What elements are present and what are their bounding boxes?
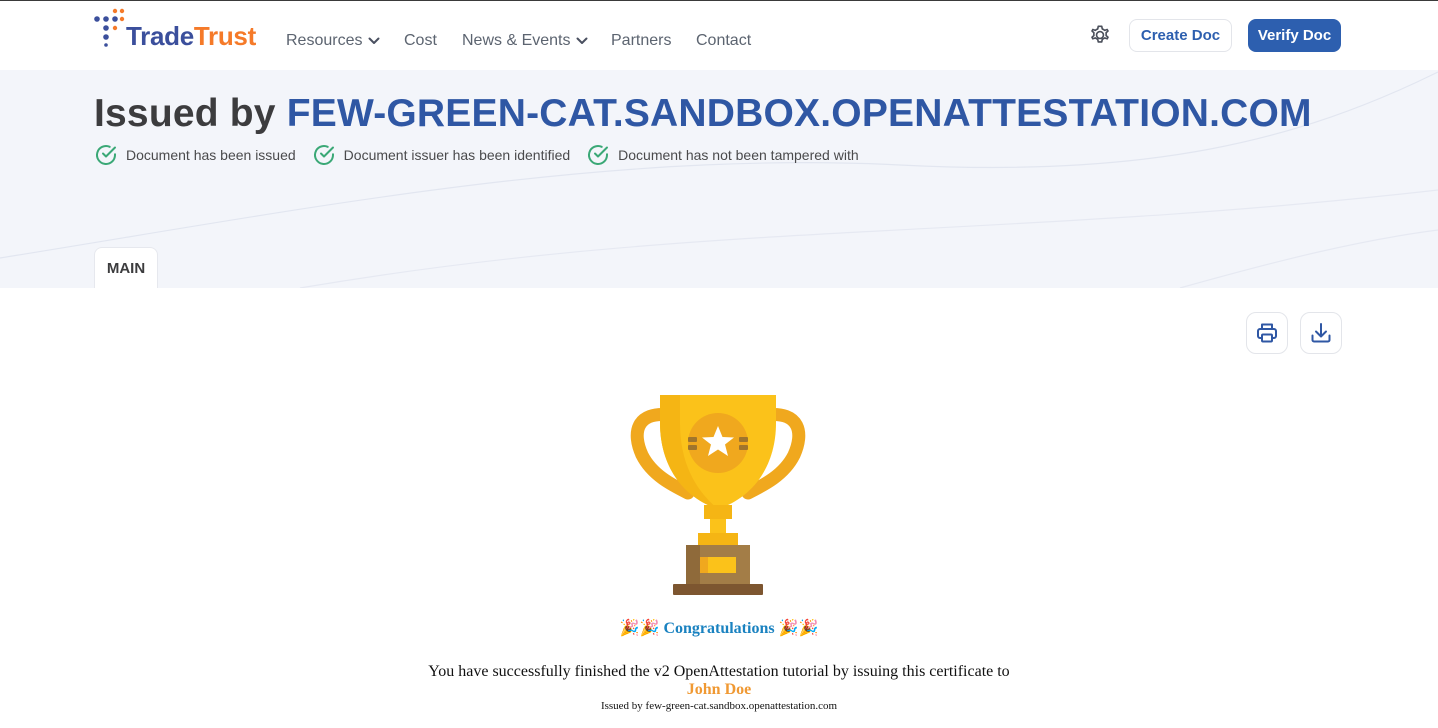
congratulations-heading: 🎉🎉 Congratulations 🎉🎉 [0, 618, 1438, 638]
certificate-message: You have successfully finished the v2 Op… [428, 663, 1010, 680]
nav-item-news-events[interactable]: News & Events [462, 32, 588, 50]
check-circle-icon [96, 145, 116, 165]
party-popper-icon: 🎉🎉 [778, 618, 819, 637]
nav-item-label: Contact [696, 32, 752, 49]
recipient-name: John Doe [686, 681, 752, 698]
print-button[interactable] [1246, 312, 1288, 354]
chevron-down-icon [576, 37, 588, 44]
nav-item-label: Cost [404, 32, 437, 49]
download-button[interactable] [1300, 312, 1342, 354]
nav-item-cost[interactable]: Cost [404, 32, 437, 50]
verify-doc-button[interactable]: Verify Doc [1248, 19, 1341, 52]
check-circle-icon [588, 145, 609, 165]
verification-checks: Document has been issued Document issuer… [94, 143, 875, 167]
nav-item-label: News & Events [462, 32, 571, 49]
congratulations-text: Congratulations [663, 620, 775, 637]
top-navbar: TradeTrust Resources Cost News & Events … [0, 1, 1438, 70]
nav-item-label: Partners [611, 32, 672, 49]
check-label: Document has been issued [126, 147, 296, 163]
gear-icon[interactable] [1087, 22, 1113, 48]
issued-by-prefix: Issued by [94, 92, 276, 135]
logo-dots-icon [94, 8, 125, 47]
nav-item-contact[interactable]: Contact [696, 32, 751, 50]
check-issuer-identified: Document issuer has been identified [312, 143, 570, 167]
download-icon [1311, 323, 1331, 343]
verification-status-banner: Issued by FEW-GREEN-CAT.SANDBOX.OPENATTE… [0, 70, 1438, 288]
issued-by-title: Issued by FEW-GREEN-CAT.SANDBOX.OPENATTE… [94, 92, 1312, 136]
check-circle-icon [313, 145, 334, 165]
nav-item-label: Resources [286, 32, 363, 49]
logo-text: TradeTrust [126, 21, 256, 51]
check-not-tampered: Document has not been tampered with [586, 143, 859, 167]
check-label: Document has not been tampered with [618, 147, 859, 163]
printer-icon [1257, 323, 1277, 343]
create-doc-button[interactable]: Create Doc [1129, 19, 1232, 52]
tab-main[interactable]: MAIN [94, 247, 158, 288]
check-label: Document issuer has been identified [343, 147, 571, 163]
chevron-down-icon [368, 37, 380, 44]
trophy-icon [630, 395, 806, 595]
certificate-issued-by: Issued by few-green-cat.sandbox.openatte… [600, 700, 838, 712]
nav-item-partners[interactable]: Partners [611, 32, 671, 50]
issuer-domain: FEW-GREEN-CAT.SANDBOX.OPENATTESTATION.CO… [286, 92, 1312, 135]
nav-item-resources[interactable]: Resources [286, 32, 380, 50]
tradetrust-logo[interactable]: TradeTrust [93, 7, 268, 51]
party-popper-icon: 🎉🎉 [619, 618, 660, 637]
check-issued: Document has been issued [94, 143, 296, 167]
